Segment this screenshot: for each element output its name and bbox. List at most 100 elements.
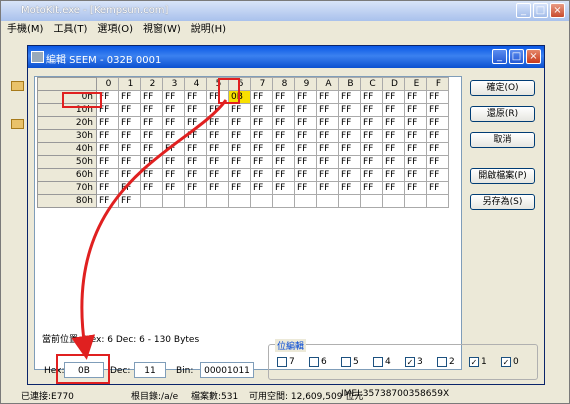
hex-cell[interactable]: FF bbox=[272, 142, 295, 156]
hex-cell[interactable]: FF bbox=[118, 103, 141, 117]
hex-cell[interactable]: FF bbox=[162, 142, 185, 156]
hex-cell[interactable]: FF bbox=[96, 116, 119, 130]
hex-cell[interactable]: FF bbox=[294, 142, 317, 156]
hex-cell[interactable] bbox=[360, 194, 383, 208]
checkbox-icon[interactable]: ✓ bbox=[501, 357, 511, 367]
cancel-button[interactable]: 取消 bbox=[470, 132, 535, 148]
hex-cell[interactable] bbox=[140, 194, 163, 208]
hex-cell[interactable]: FF bbox=[118, 155, 141, 169]
hex-cell[interactable]: FF bbox=[272, 155, 295, 169]
hex-cell[interactable]: FF bbox=[96, 181, 119, 195]
hex-cell[interactable]: FF bbox=[316, 129, 339, 143]
hex-cell[interactable]: FF bbox=[338, 168, 361, 182]
hex-cell[interactable]: FF bbox=[338, 181, 361, 195]
hex-cell[interactable]: FF bbox=[184, 116, 207, 130]
hex-cell[interactable]: FF bbox=[316, 90, 339, 104]
hex-cell[interactable]: FF bbox=[118, 194, 141, 208]
minimize-button[interactable]: _ bbox=[516, 3, 531, 18]
hex-cell[interactable]: FF bbox=[360, 142, 383, 156]
hex-cell[interactable]: FF bbox=[184, 103, 207, 117]
hex-cell[interactable]: FF bbox=[206, 168, 229, 182]
hex-cell[interactable]: FF bbox=[338, 142, 361, 156]
hex-cell[interactable]: FF bbox=[96, 142, 119, 156]
hex-cell[interactable]: FF bbox=[404, 168, 427, 182]
hex-cell[interactable]: FF bbox=[184, 181, 207, 195]
hex-cell[interactable]: FF bbox=[404, 181, 427, 195]
hex-cell[interactable]: FF bbox=[162, 155, 185, 169]
hex-cell[interactable]: FF bbox=[96, 168, 119, 182]
hex-cell[interactable]: FF bbox=[250, 155, 273, 169]
hex-cell[interactable]: FF bbox=[404, 90, 427, 104]
hex-cell[interactable]: FF bbox=[228, 142, 251, 156]
checkbox-icon[interactable]: ✓ bbox=[469, 357, 479, 367]
hex-cell[interactable]: FF bbox=[206, 155, 229, 169]
hex-cell[interactable]: FF bbox=[360, 129, 383, 143]
hex-cell[interactable]: FF bbox=[294, 103, 317, 117]
hex-cell[interactable]: FF bbox=[316, 168, 339, 182]
hex-cell[interactable]: FF bbox=[272, 90, 295, 104]
hex-cell[interactable]: FF bbox=[140, 181, 163, 195]
hex-cell[interactable]: FF bbox=[338, 90, 361, 104]
hex-cell[interactable]: FF bbox=[338, 116, 361, 130]
hex-cell[interactable]: FF bbox=[162, 181, 185, 195]
hex-cell[interactable]: FF bbox=[228, 168, 251, 182]
menu-window[interactable]: 視窗(W) bbox=[143, 22, 181, 38]
hex-cell[interactable]: FF bbox=[426, 103, 449, 117]
hex-cell[interactable]: FF bbox=[228, 129, 251, 143]
bin-field[interactable]: 00001011 bbox=[200, 362, 254, 378]
hex-cell[interactable]: FF bbox=[382, 129, 405, 143]
hex-cell[interactable]: FF bbox=[404, 142, 427, 156]
hex-cell[interactable]: FF bbox=[426, 129, 449, 143]
save-as-button[interactable]: 另存為(S) bbox=[470, 194, 535, 210]
checkbox-icon[interactable]: ✓ bbox=[405, 357, 415, 367]
hex-cell[interactable]: FF bbox=[140, 129, 163, 143]
hex-cell[interactable]: FF bbox=[426, 168, 449, 182]
hex-cell[interactable]: FF bbox=[206, 103, 229, 117]
hex-cell[interactable]: FF bbox=[316, 155, 339, 169]
bit-checkbox-1[interactable]: ✓ 1 bbox=[469, 357, 487, 367]
hex-cell[interactable]: FF bbox=[250, 90, 273, 104]
hex-cell[interactable]: FF bbox=[382, 103, 405, 117]
hex-cell[interactable]: FF bbox=[404, 103, 427, 117]
hex-cell[interactable]: FF bbox=[360, 168, 383, 182]
hex-cell[interactable]: FF bbox=[118, 116, 141, 130]
hex-cell[interactable]: FF bbox=[96, 129, 119, 143]
hex-cell[interactable]: FF bbox=[382, 116, 405, 130]
hex-cell[interactable]: FF bbox=[206, 142, 229, 156]
menu-phone[interactable]: 手機(M) bbox=[7, 22, 43, 38]
hex-cell[interactable]: FF bbox=[382, 90, 405, 104]
hex-cell[interactable]: FF bbox=[118, 142, 141, 156]
hex-cell[interactable]: FF bbox=[162, 168, 185, 182]
menu-help[interactable]: 說明(H) bbox=[191, 22, 226, 38]
hex-cell[interactable] bbox=[426, 194, 449, 208]
hex-cell[interactable] bbox=[382, 194, 405, 208]
hex-cell[interactable] bbox=[294, 194, 317, 208]
hex-cell[interactable]: FF bbox=[426, 181, 449, 195]
hex-cell[interactable]: FF bbox=[294, 168, 317, 182]
hex-cell[interactable]: FF bbox=[140, 155, 163, 169]
hex-cell[interactable]: FF bbox=[272, 181, 295, 195]
checkbox-icon[interactable] bbox=[309, 357, 319, 367]
hex-cell[interactable]: FF bbox=[382, 168, 405, 182]
dialog-minimize-button[interactable]: _ bbox=[492, 49, 507, 64]
restore-button[interactable]: 還原(R) bbox=[470, 106, 535, 122]
hex-cell[interactable]: FF bbox=[140, 103, 163, 117]
hex-cell[interactable] bbox=[162, 194, 185, 208]
hex-cell[interactable]: FF bbox=[360, 103, 383, 117]
hex-cell[interactable]: FF bbox=[426, 116, 449, 130]
hex-cell[interactable]: FF bbox=[338, 155, 361, 169]
hex-cell[interactable]: FF bbox=[294, 90, 317, 104]
folder-icon[interactable] bbox=[11, 81, 24, 91]
dialog-close-button[interactable]: × bbox=[526, 49, 541, 64]
hex-cell[interactable]: FF bbox=[140, 142, 163, 156]
hex-cell[interactable]: FF bbox=[316, 181, 339, 195]
hex-cell[interactable]: FF bbox=[404, 155, 427, 169]
hex-cell[interactable]: FF bbox=[250, 129, 273, 143]
hex-cell[interactable]: FF bbox=[184, 142, 207, 156]
checkbox-icon[interactable] bbox=[341, 357, 351, 367]
hex-cell[interactable]: FF bbox=[206, 181, 229, 195]
bit-checkbox-5[interactable]: 5 bbox=[341, 357, 359, 367]
hex-cell[interactable]: FF bbox=[404, 129, 427, 143]
hex-cell[interactable]: FF bbox=[184, 155, 207, 169]
hex-cell[interactable]: FF bbox=[250, 116, 273, 130]
